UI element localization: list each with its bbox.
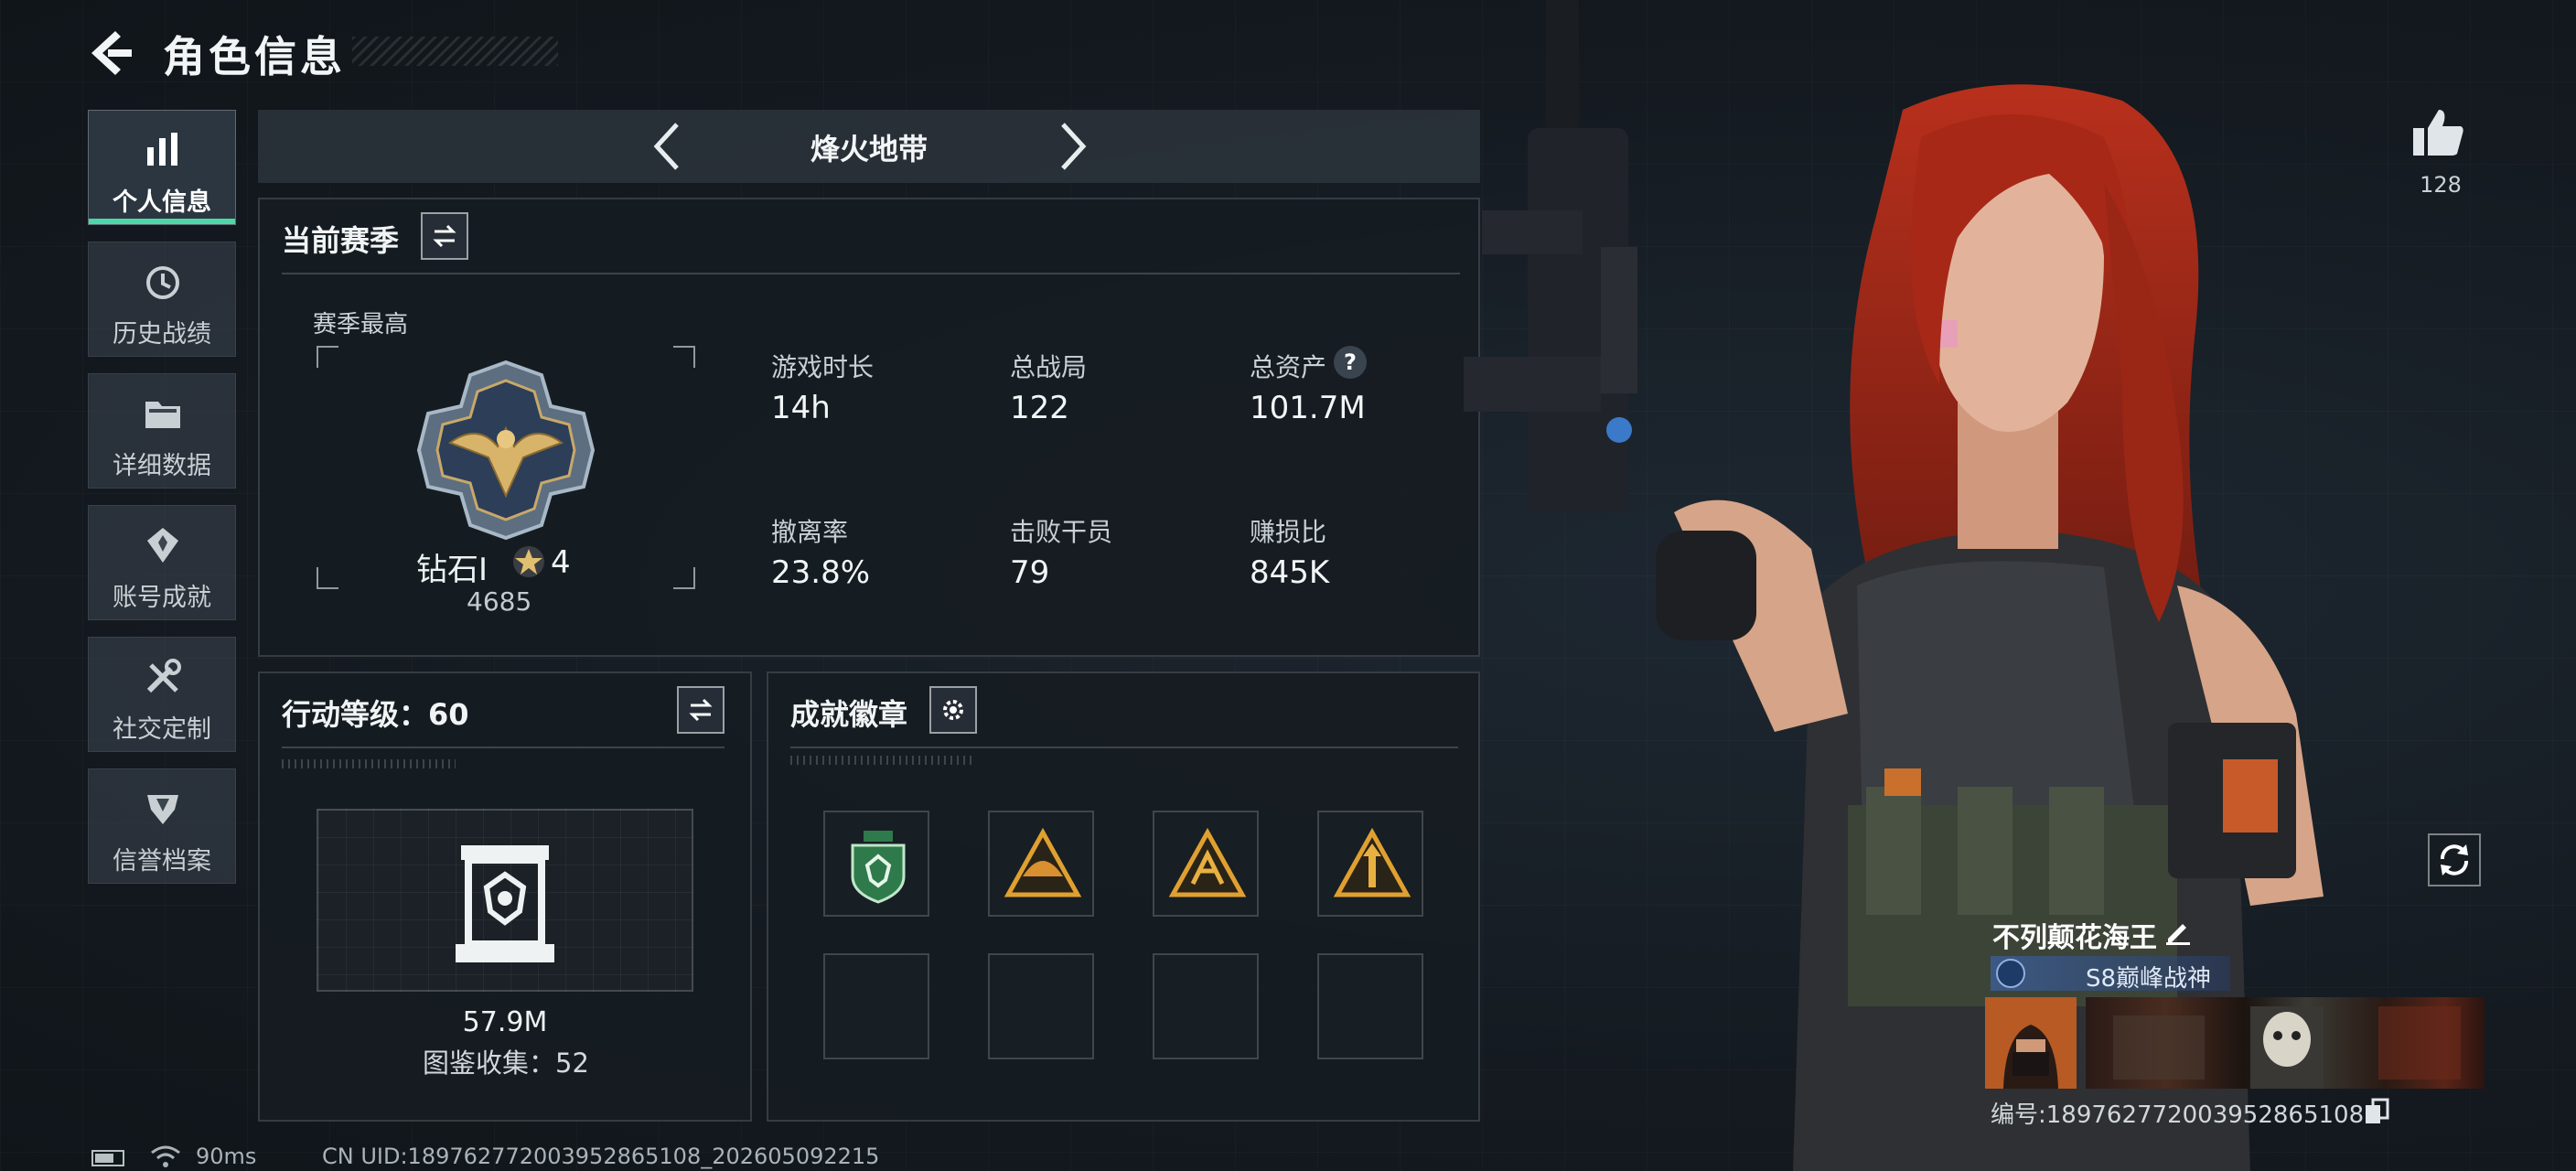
edit-icon[interactable] <box>2163 915 2194 946</box>
diamond-rank-emblem-icon <box>416 360 596 541</box>
title-badge-text: S8巅峰战神 <box>2086 965 2212 993</box>
rank-score: 4685 <box>467 586 532 617</box>
character-model <box>1464 0 2324 1171</box>
star-icon <box>513 546 544 577</box>
stat-value-operators-defeated: 79 <box>1010 554 1050 591</box>
decoration <box>790 756 973 765</box>
rank-name: 钻石Ⅰ <box>416 552 488 588</box>
achievements-title: 成就徽章 <box>790 697 908 732</box>
divider <box>790 747 1458 748</box>
sidebar-item-label: 个人信息 <box>113 188 211 217</box>
divider <box>282 747 724 748</box>
stat-value-profit-ratio: 845K <box>1250 554 1330 591</box>
sidebar-item-label: 信誉档案 <box>113 847 211 876</box>
ping-value: 90ms <box>196 1144 257 1169</box>
stat-value-play-time: 14h <box>771 390 831 426</box>
badge-slot[interactable] <box>823 811 929 917</box>
title-decoration <box>352 37 558 66</box>
like-count: 128 <box>2420 172 2462 198</box>
shield-icon <box>147 795 178 824</box>
sidebar-item-detailed-data[interactable]: 详细数据 <box>88 373 236 489</box>
sidebar-item-achievements[interactable]: 账号成就 <box>88 505 236 620</box>
gear-icon <box>943 700 963 720</box>
stat-label-operators-defeated: 击败干员 <box>1010 517 1113 547</box>
mode-selector: 烽火地带 <box>258 110 1480 183</box>
active-indicator <box>89 219 235 224</box>
collection-label: 图鉴收集：52 <box>423 1047 589 1079</box>
badge-settings-button[interactable] <box>929 686 977 734</box>
switch-action-button[interactable] <box>677 686 724 734</box>
stat-label-total-assets: 总资产 <box>1250 352 1327 382</box>
sidebar-item-personal-info[interactable]: 个人信息 <box>88 110 236 225</box>
frame-corner <box>317 346 338 368</box>
battery-icon <box>91 1150 124 1166</box>
player-id: 编号:1897627720039528651​08 <box>1991 1101 2365 1129</box>
back-button[interactable] <box>88 27 135 79</box>
swap-icon <box>689 698 713 722</box>
stat-label-play-time: 游戏时长 <box>771 352 875 382</box>
stat-label-total-matches: 总战局 <box>1010 352 1088 382</box>
avatar[interactable] <box>1985 997 2077 1089</box>
chevron-right-icon[interactable] <box>1045 119 1100 174</box>
decoration <box>282 759 456 768</box>
switch-season-button[interactable] <box>421 212 468 260</box>
wifi-icon <box>151 1145 180 1167</box>
medal-icon <box>147 528 178 563</box>
badge-slot[interactable] <box>988 811 1094 917</box>
badge-slot-empty[interactable] <box>823 953 929 1059</box>
page-title: 角色信息 <box>163 32 346 81</box>
sidebar-item-reputation[interactable]: 信誉档案 <box>88 768 236 884</box>
help-icon[interactable]: ? <box>1334 346 1367 379</box>
player-name: 不列颠花海王 <box>1992 922 2157 954</box>
badge-slot-empty[interactable] <box>988 953 1094 1059</box>
triangle-badge-icon <box>1004 827 1082 897</box>
season-best-label: 赛季最高 <box>313 311 409 338</box>
sidebar-item-label: 社交定制 <box>113 715 211 744</box>
title-badge: S8巅峰战神 <box>1991 956 2230 993</box>
profile-banner[interactable] <box>2086 997 2485 1089</box>
avatar-portrait <box>1985 997 2077 1089</box>
badge-slot-empty[interactable] <box>1153 953 1259 1059</box>
stat-value-total-assets: 101.7M <box>1250 390 1366 426</box>
badge-slot-empty[interactable] <box>1317 953 1423 1059</box>
green-shield-badge-icon <box>851 831 906 904</box>
swap-icon <box>433 224 456 248</box>
copy-icon[interactable] <box>2364 1098 2389 1125</box>
back-arrow-icon <box>91 31 132 75</box>
rank-level: 4 <box>551 544 571 581</box>
display-case-icon <box>456 845 554 962</box>
uid-text: CN UID:1897627720039528651​08_2026050922… <box>322 1144 880 1169</box>
sidebar-item-label: 历史战绩 <box>113 320 211 349</box>
refresh-button[interactable] <box>2428 833 2481 886</box>
sidebar-item-history[interactable]: 历史战绩 <box>88 242 236 357</box>
frame-corner <box>673 567 695 589</box>
season-panel-title: 当前赛季 <box>282 223 400 258</box>
divider <box>282 273 1460 274</box>
stat-value-total-matches: 122 <box>1010 390 1069 426</box>
thumbs-up-icon[interactable] <box>2411 106 2466 157</box>
history-icon <box>146 266 179 299</box>
badge-slot[interactable] <box>1317 811 1423 917</box>
action-level-title: 行动等级：60 <box>282 697 469 732</box>
triangle-badge-icon <box>1168 827 1247 897</box>
banner-artwork <box>2113 1006 2461 1089</box>
stat-label-extract-rate: 撤离率 <box>771 517 849 547</box>
refresh-icon <box>2441 844 2468 876</box>
bar-chart-icon <box>147 133 177 166</box>
sidebar-item-social[interactable]: 社交定制 <box>88 637 236 752</box>
tools-icon <box>146 659 181 693</box>
frame-corner <box>317 567 338 589</box>
frame-corner <box>673 346 695 368</box>
title-badge-icon <box>1996 959 2025 988</box>
stat-label-profit-ratio: 赚损比 <box>1250 517 1327 547</box>
badge-slot[interactable] <box>1153 811 1259 917</box>
stat-value-extract-rate: 23.8% <box>771 554 871 591</box>
triangle-badge-icon <box>1333 827 1411 897</box>
sidebar-item-label: 详细数据 <box>113 452 211 480</box>
mode-title: 烽火地带 <box>810 132 928 167</box>
sidebar-item-label: 账号成就 <box>113 584 211 612</box>
folder-icon <box>145 402 180 428</box>
